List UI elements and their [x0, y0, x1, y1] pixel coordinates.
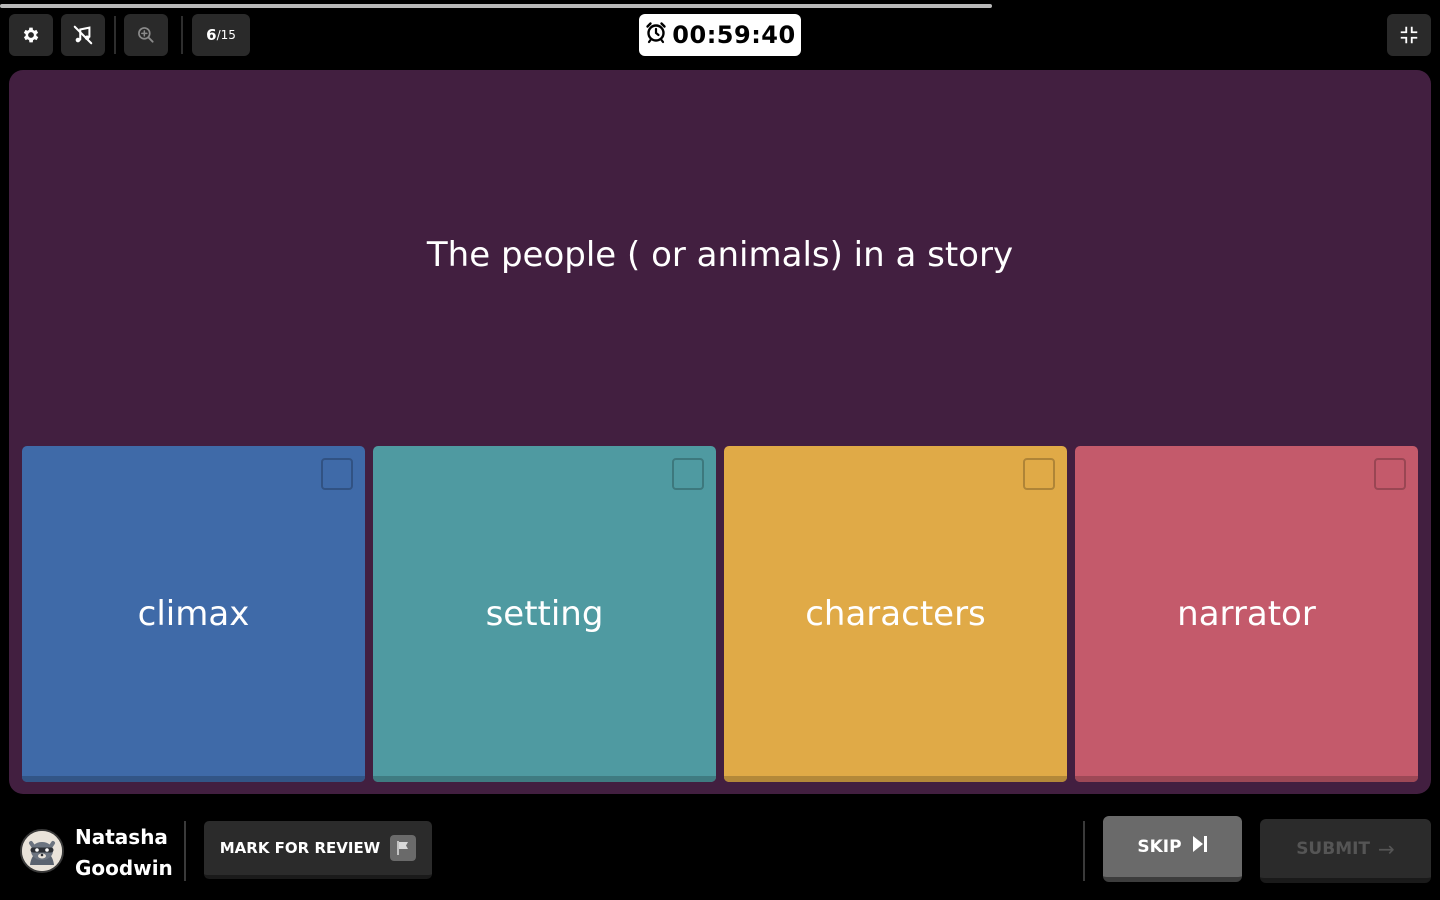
question-text: The people ( or animals) in a story: [426, 235, 1014, 275]
question-current: 6: [206, 26, 217, 44]
music-toggle-button[interactable]: [61, 14, 105, 56]
timer-value: 00:59:40: [672, 21, 796, 49]
alarm-clock-icon: [644, 20, 672, 50]
progress-bar: [0, 4, 1195, 8]
skip-button[interactable]: SKIP: [1103, 816, 1242, 882]
timer: 00:59:40: [639, 14, 801, 56]
exit-fullscreen-icon: [1398, 24, 1420, 46]
option-shadow: [373, 776, 716, 782]
skip-label: SKIP: [1137, 836, 1182, 857]
mark-for-review-label: MARK FOR REVIEW: [219, 839, 381, 857]
footer-divider: [184, 821, 186, 881]
settings-button[interactable]: [9, 14, 53, 56]
skip-icon: [1182, 835, 1208, 858]
submit-label: SUBMIT: [1296, 838, 1371, 859]
question-counter: 6/15: [192, 14, 250, 56]
exit-fullscreen-button[interactable]: [1387, 14, 1431, 56]
answer-option-climax[interactable]: climax: [22, 446, 365, 782]
option-shadow: [1075, 776, 1418, 782]
progress-bar-fill: [0, 4, 992, 8]
user-name: Natasha Goodwin: [75, 822, 185, 884]
mark-for-review-button[interactable]: MARK FOR REVIEW: [204, 821, 432, 879]
zoom-in-icon: [136, 25, 156, 45]
answer-checkbox[interactable]: [672, 458, 704, 490]
answer-label: narrator: [1177, 594, 1316, 634]
music-off-icon: [72, 24, 94, 46]
answer-checkbox[interactable]: [1023, 458, 1055, 490]
question-total: /15: [216, 28, 236, 42]
answer-label: climax: [137, 594, 250, 634]
answer-option-narrator[interactable]: narrator: [1075, 446, 1418, 782]
answer-option-characters[interactable]: characters: [724, 446, 1067, 782]
answer-label: characters: [805, 594, 986, 634]
answer-label: setting: [485, 594, 604, 634]
arrow-right-icon: →: [1378, 836, 1395, 861]
avatar: [20, 829, 64, 873]
toolbar-divider: [181, 16, 183, 54]
question-card: The people ( or animals) in a story clim…: [9, 70, 1431, 794]
answer-checkbox[interactable]: [321, 458, 353, 490]
option-shadow: [724, 776, 1067, 782]
answer-option-setting[interactable]: setting: [373, 446, 716, 782]
user-last-name: Goodwin: [75, 856, 173, 880]
user-first-name: Natasha: [75, 825, 168, 849]
flag-icon: [390, 835, 417, 861]
zoom-button[interactable]: [124, 14, 168, 56]
option-shadow: [22, 776, 365, 782]
quiz-screen: 6/15 00:59:40 The people ( or animals) i…: [0, 0, 1440, 900]
gear-icon: [21, 25, 41, 45]
toolbar-divider: [114, 16, 116, 54]
footer-divider: [1083, 821, 1085, 881]
answer-checkbox[interactable]: [1374, 458, 1406, 490]
submit-button[interactable]: SUBMIT →: [1260, 819, 1431, 883]
